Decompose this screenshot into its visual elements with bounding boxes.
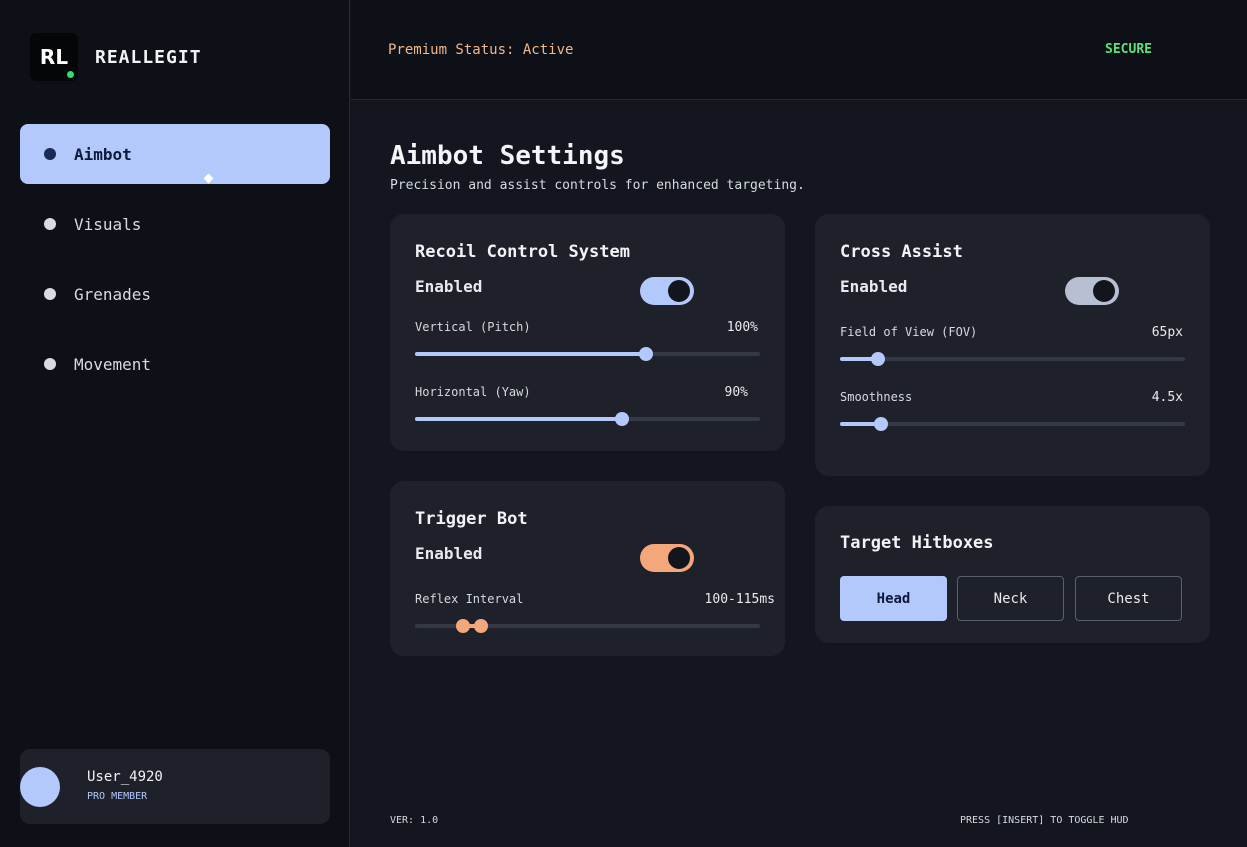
sidebar: RL REALLEGIT Aimbot Visuals Grenades Mov… <box>0 0 350 847</box>
sidebar-item-aimbot[interactable]: Aimbot <box>20 124 330 184</box>
bullet-icon <box>44 288 56 300</box>
header: Premium Status: Active SECURE <box>351 0 1247 100</box>
hitbox-head-button[interactable]: Head <box>840 576 947 621</box>
sidebar-item-movement[interactable]: Movement <box>20 334 330 394</box>
user-name: User_4920 <box>87 769 163 785</box>
toggle-knob <box>668 547 690 569</box>
slider-label: Smoothness <box>840 390 913 404</box>
logo: RL <box>30 33 78 81</box>
user-card[interactable]: User_4920 PRO MEMBER <box>20 749 330 824</box>
brand: RL REALLEGIT <box>30 33 202 81</box>
logo-text: RL <box>39 45 69 69</box>
horizontal-slider[interactable] <box>415 412 760 426</box>
slider-value: 65px <box>1151 325 1183 340</box>
bullet-icon <box>44 148 56 160</box>
slider-value: 100% <box>726 320 758 335</box>
slider-value: 90% <box>724 385 748 400</box>
hitbox-neck-button[interactable]: Neck <box>957 576 1064 621</box>
slider-fill <box>415 417 622 421</box>
sidebar-item-label: Visuals <box>74 214 142 234</box>
fov-slider[interactable] <box>840 352 1185 366</box>
card-title: Recoil Control System <box>415 242 630 262</box>
sidebar-item-label: Movement <box>74 354 152 374</box>
secure-badge: SECURE <box>1105 42 1152 57</box>
slider-thumb[interactable] <box>874 417 889 431</box>
brand-name: REALLEGIT <box>95 46 202 68</box>
avatar <box>20 767 60 807</box>
recoil-card: Recoil Control System Enabled Vertical (… <box>390 214 785 451</box>
bullet-icon <box>44 218 56 230</box>
slider-thumb[interactable] <box>870 352 885 366</box>
slider-value: 100-115ms <box>704 592 775 607</box>
trigger-bot-card: Trigger Bot Enabled Reflex Interval 100-… <box>390 481 785 656</box>
toggle-hud-hint: PRESS [INSERT] TO TOGGLE HUD <box>960 815 1129 826</box>
slider-label: Horizontal (Yaw) <box>415 385 531 399</box>
enabled-label: Enabled <box>415 544 483 563</box>
reflex-range-slider[interactable] <box>415 619 760 633</box>
range-thumb-low[interactable] <box>456 619 471 633</box>
version-label: VER: 1.0 <box>390 815 439 826</box>
sidebar-nav: Aimbot Visuals Grenades Movement <box>20 124 330 404</box>
slider-thumb[interactable] <box>639 347 654 361</box>
slider-value: 4.5x <box>1151 390 1183 405</box>
card-title: Trigger Bot <box>415 509 528 529</box>
slider-label: Reflex Interval <box>415 592 524 606</box>
sidebar-item-label: Grenades <box>74 284 152 304</box>
slider-label: Field of View (FOV) <box>840 325 978 339</box>
smoothness-slider[interactable] <box>840 417 1185 431</box>
sidebar-item-visuals[interactable]: Visuals <box>20 194 330 254</box>
bullet-icon <box>44 358 56 370</box>
slider-label: Vertical (Pitch) <box>415 320 531 334</box>
toggle-knob <box>668 280 690 302</box>
active-indicator-icon <box>203 173 214 184</box>
slider-fill <box>415 352 647 356</box>
cross-assist-toggle[interactable] <box>1065 277 1119 305</box>
card-title: Cross Assist <box>840 242 963 262</box>
enabled-label: Enabled <box>840 277 908 296</box>
hitboxes-card: Target Hitboxes Head Neck Chest <box>815 506 1210 643</box>
recoil-toggle[interactable] <box>640 277 694 305</box>
toggle-knob <box>1093 280 1115 302</box>
sidebar-item-label: Aimbot <box>74 144 132 164</box>
user-role: PRO MEMBER <box>87 791 148 802</box>
hitbox-chest-button[interactable]: Chest <box>1075 576 1182 621</box>
page-subtitle: Precision and assist controls for enhanc… <box>390 178 805 193</box>
cross-assist-card: Cross Assist Enabled Field of View (FOV)… <box>815 214 1210 476</box>
online-dot-icon <box>67 71 74 78</box>
sidebar-item-grenades[interactable]: Grenades <box>20 264 330 324</box>
premium-status: Premium Status: Active <box>388 42 574 58</box>
vertical-slider[interactable] <box>415 347 760 361</box>
slider-thumb[interactable] <box>615 412 629 426</box>
trigger-bot-toggle[interactable] <box>640 544 694 572</box>
page-title: Aimbot Settings <box>390 141 625 171</box>
range-thumb-high[interactable] <box>473 619 488 633</box>
enabled-label: Enabled <box>415 277 483 296</box>
card-title: Target Hitboxes <box>840 533 994 553</box>
